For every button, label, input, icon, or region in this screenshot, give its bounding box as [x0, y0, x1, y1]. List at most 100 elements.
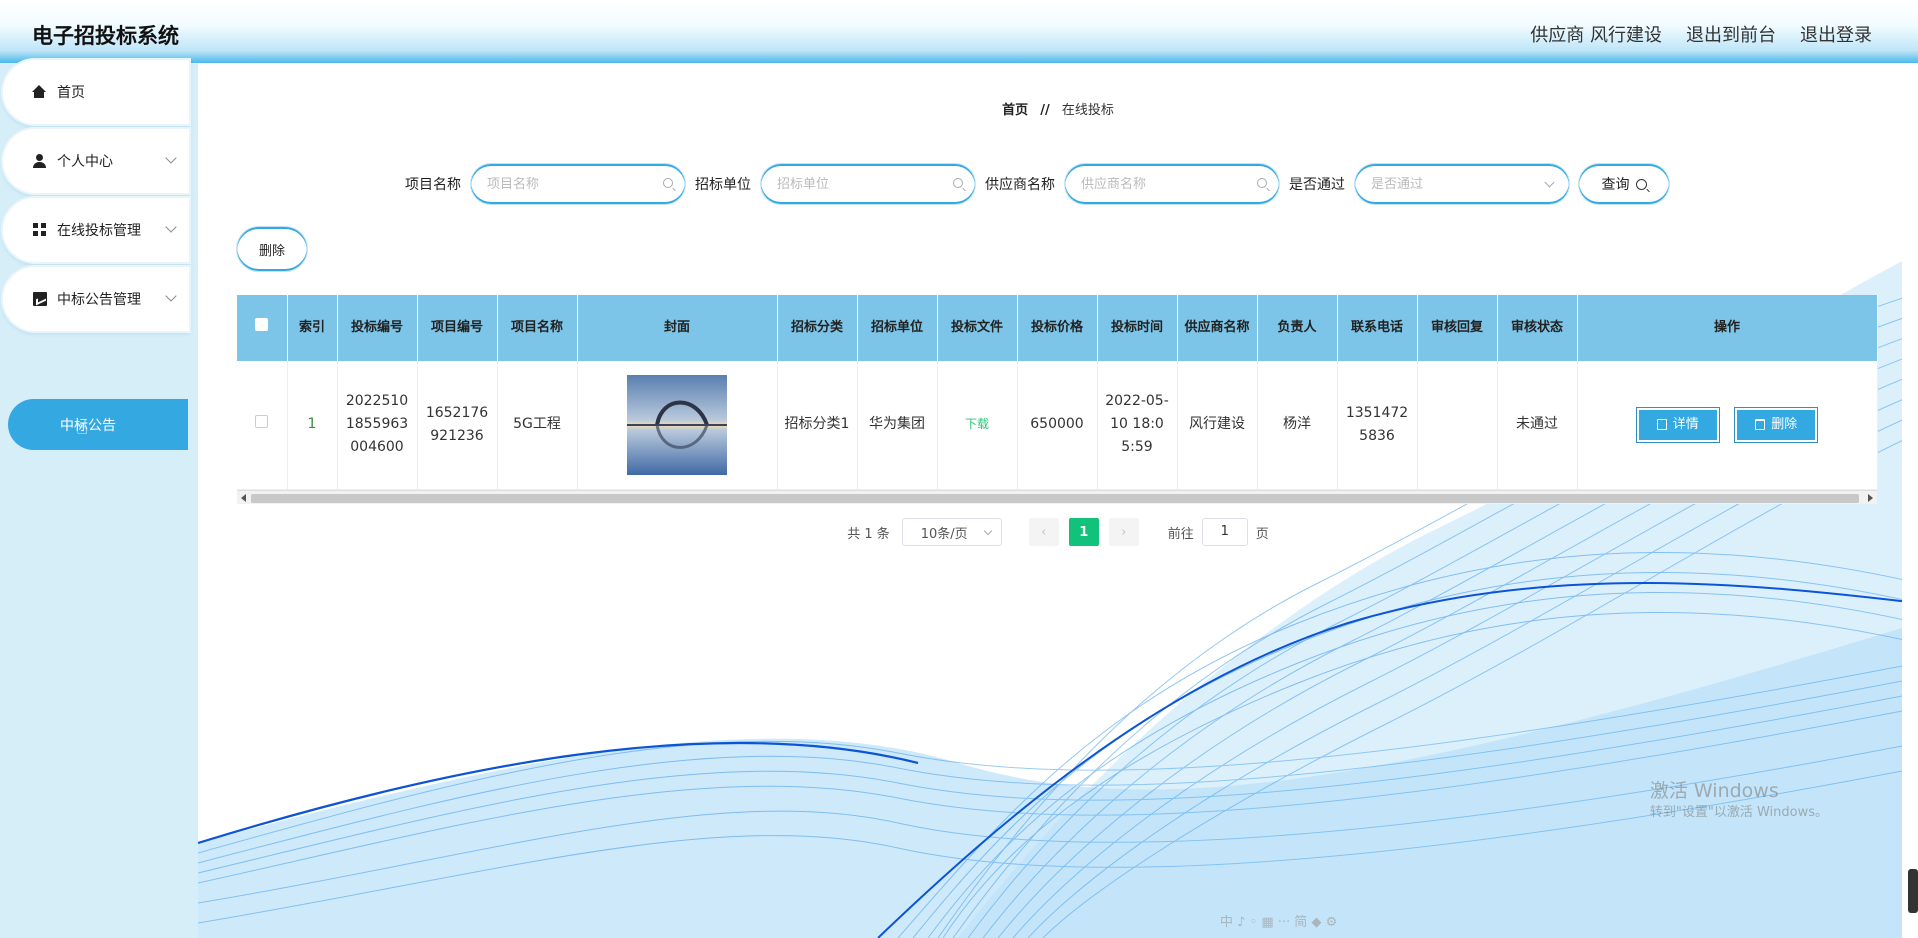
pagination-total: 共 1 条: [847, 526, 890, 542]
breadcrumb-separator: //: [1040, 103, 1050, 118]
side-scroll-handle[interactable]: [1908, 869, 1918, 913]
tender-unit-label: 招标单位: [695, 177, 751, 193]
scroll-left-arrow-icon[interactable]: [241, 493, 246, 502]
chevron-down-icon: [165, 152, 177, 164]
breadcrumb-current: 在线投标: [1061, 103, 1114, 118]
batch-delete-button[interactable]: 删除: [237, 227, 307, 271]
top-header: 电子招投标系统 供应商 风行建设 退出到前台 退出登录: [0, 0, 1918, 63]
horizontal-scrollbar[interactable]: [237, 489, 1877, 504]
column-header: 招标单位: [857, 295, 938, 361]
row-select-cell[interactable]: [237, 361, 288, 490]
project-name-field[interactable]: [471, 164, 685, 204]
sidebar-item-label: 在线投标管理: [57, 223, 141, 239]
exit-to-front-link[interactable]: 退出到前台: [1686, 21, 1776, 47]
cell-bid-no: 20225101855963004600: [337, 361, 418, 490]
home-icon: [32, 85, 47, 99]
chevron-down-icon: [165, 290, 177, 302]
scroll-right-arrow-icon[interactable]: [1868, 493, 1873, 502]
pagination: 共 1 条 10条/页 ‹ 1 › 前往 1 页: [198, 518, 1918, 546]
detail-button[interactable]: 详情: [1636, 407, 1719, 442]
watermark-line2: 转到"设置"以激活 Windows。: [1649, 805, 1828, 820]
query-button[interactable]: 查询: [1579, 164, 1669, 204]
cell-project-no: 1652176921236: [417, 361, 498, 490]
page-number-button[interactable]: 1: [1068, 518, 1099, 546]
row-delete-button[interactable]: 删除: [1735, 407, 1818, 442]
cell-index: 1: [287, 361, 338, 490]
cell-tender-unit: 华为集团: [857, 361, 938, 490]
project-name-input[interactable]: [487, 176, 657, 192]
grid-icon: [33, 223, 47, 237]
page-size-select[interactable]: 10条/页: [901, 518, 1002, 546]
page-size-value: 10条/页: [920, 526, 968, 542]
column-header: 审核回复: [1417, 295, 1498, 361]
goto-label: 前往: [1167, 526, 1194, 542]
download-link[interactable]: 下载: [965, 417, 989, 431]
passed-select[interactable]: [1355, 164, 1569, 204]
prev-page-button[interactable]: ‹: [1028, 518, 1059, 546]
chevron-down-icon: [983, 526, 992, 536]
right-edge-panel: [1902, 63, 1918, 938]
logout-link[interactable]: 退出登录: [1800, 21, 1872, 47]
app-title: 电子招投标系统: [32, 24, 179, 48]
passed-label: 是否通过: [1289, 177, 1345, 193]
cell-category: 招标分类1: [777, 361, 858, 490]
hand-cursor-icon: ☝: [76, 415, 89, 439]
sidebar-item-home[interactable]: 首页: [3, 60, 189, 124]
sidebar-subitem-award-notice[interactable]: 中标公告: [8, 399, 188, 450]
next-page-button[interactable]: ›: [1108, 518, 1139, 546]
row-delete-button-label: 删除: [1771, 417, 1798, 433]
sidebar: 首页 个人中心 在线投标管理 中标公告管理 中标公告: [0, 60, 198, 938]
supplier-name-input[interactable]: [1081, 176, 1251, 192]
goto-page-input[interactable]: 1: [1201, 518, 1248, 546]
cell-cover: [577, 361, 778, 490]
sidebar-item-online-bid-management[interactable]: 在线投标管理: [3, 198, 189, 262]
search-icon: [953, 178, 963, 188]
cell-price: 650000: [1017, 361, 1098, 490]
cell-status: 未通过: [1497, 361, 1578, 490]
column-header: 操作: [1577, 295, 1878, 361]
column-header: 项目编号: [417, 295, 498, 361]
table-row: 1 20225101855963004600 1652176921236 5G工…: [237, 361, 1878, 490]
sidebar-item-label: 个人中心: [57, 154, 113, 170]
sidebar-item-personal-center[interactable]: 个人中心: [3, 129, 189, 193]
chevron-down-icon: [1544, 177, 1555, 188]
scrollbar-thumb[interactable]: [251, 493, 1859, 503]
column-header: 供应商名称: [1177, 295, 1258, 361]
table-header-row: 索引 投标编号 项目编号 项目名称 封面 招标分类 招标单位 投标文件 投标价格…: [237, 295, 1878, 361]
select-all-checkbox[interactable]: [255, 318, 269, 331]
row-checkbox[interactable]: [255, 415, 269, 429]
document-icon: [1656, 419, 1667, 431]
tender-unit-input[interactable]: [777, 176, 947, 192]
project-name-label: 项目名称: [405, 177, 461, 193]
cell-file: 下载: [937, 361, 1018, 490]
column-header: 项目名称: [497, 295, 578, 361]
supplier-name-label: 供应商名称: [985, 177, 1055, 193]
search-icon: [663, 178, 673, 188]
sidebar-item-label: 首页: [57, 85, 85, 101]
watermark-line1: 激活 Windows: [1649, 780, 1779, 802]
cell-actions: 详情 删除: [1577, 361, 1878, 490]
page-suffix-label: 页: [1255, 526, 1269, 542]
cover-image[interactable]: [627, 374, 727, 475]
select-all-cell[interactable]: [237, 295, 288, 361]
trash-icon: [1755, 419, 1766, 431]
passed-select-input[interactable]: [1371, 176, 1541, 192]
column-header: 联系电话: [1337, 295, 1418, 361]
cell-supplier: 风行建设: [1177, 361, 1258, 490]
search-icon: [1257, 178, 1267, 188]
supplier-name-field[interactable]: [1065, 164, 1279, 204]
column-header: 投标文件: [937, 295, 1018, 361]
sidebar-item-award-notice-management[interactable]: 中标公告管理: [3, 267, 189, 331]
search-icon: [1635, 178, 1647, 190]
sidebar-item-label: 中标公告管理: [57, 292, 141, 308]
column-header: 招标分类: [777, 295, 858, 361]
detail-button-label: 详情: [1672, 417, 1699, 433]
bid-table: 索引 投标编号 项目编号 项目名称 封面 招标分类 招标单位 投标文件 投标价格…: [237, 295, 1878, 504]
search-bar: 项目名称 招标单位 供应商名称 是否通过 查询: [405, 164, 1669, 204]
breadcrumb-home[interactable]: 首页: [1002, 103, 1028, 118]
tender-unit-field[interactable]: [761, 164, 975, 204]
cell-reply: [1417, 361, 1498, 490]
query-button-label: 查询: [1601, 177, 1630, 193]
cell-time: 2022-05-10 18:05:59: [1097, 361, 1178, 490]
column-header: 投标时间: [1097, 295, 1178, 361]
